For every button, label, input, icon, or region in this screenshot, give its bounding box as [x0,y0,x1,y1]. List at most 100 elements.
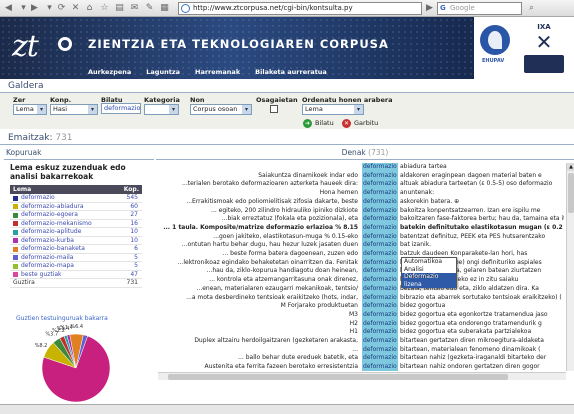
counts-row[interactable]: deformazio-egoera 27 [10,211,142,220]
stop-icon[interactable]: ✕ [70,3,81,14]
scroll-thumb[interactable] [568,173,574,213]
keyword[interactable]: deformazio [362,197,398,207]
keyword[interactable]: deformazio [362,250,398,259]
konp-select[interactable]: Hasi ▾ [50,104,98,115]
vertical-scrollbar[interactable]: ▲ [566,163,574,371]
left-context: Duplex altzairu herdoilgaitzaren (gezket… [194,337,358,344]
keyword[interactable]: deformazio [362,345,398,355]
bilatu-input[interactable]: deformazio [101,103,141,114]
left-context: ...Errakitismoak edo poliomielitisak zif… [186,197,358,205]
chart-title[interactable]: Guztien testuinguruak bakarra [16,315,108,322]
site-title: ZIENTZIA ETA TEKNOLOGIAREN CORPUSA [88,37,389,51]
ctx-item-deformazio[interactable]: Deformazio [402,273,456,281]
counts-row[interactable]: deformazio-aplitude 10 [10,228,142,237]
keyword[interactable]: deformazio [362,302,398,311]
ctx-item-automatikoa[interactable]: Automatikoa [402,258,456,266]
nav-aurkezpena[interactable]: Aurkezpena [88,68,131,76]
concordance-line: Austenita eta ferrita fazeen berotako er… [158,363,564,371]
bookmark-icon[interactable]: ☆ [99,3,110,14]
counts-row[interactable]: deformazio-kurba 10 [10,237,142,245]
back-dropdown-icon[interactable]: ▾ [18,3,29,14]
context-menu: Automatikoa Analisi bakarrekoa Deformazi… [401,257,457,288]
concordance-line: M Forjarako produktuetan deformazio bidez … [158,302,564,311]
keyword[interactable]: deformazio [362,328,398,337]
ehu-label: EHUPAV [482,58,505,64]
counts-title: Lema eskuz zuzenduak edo analisi bakarre… [10,163,126,181]
right-context: batekin definitutako elastikotasun mugan… [400,223,563,231]
kategoria-label: Kategoria [144,96,180,104]
ctx-item-analisi-bakarrekoa[interactable]: Analisi bakarrekoa [402,266,456,281]
reload-icon[interactable]: ⟳ [56,3,67,14]
search-go-icon[interactable]: ⌕ [526,3,537,14]
scroll-up-icon[interactable]: ▲ [567,163,574,171]
concordance-line: ...Errakitismoak edo poliomielitisak zif… [158,197,564,207]
counts-row[interactable]: deformazio-mapa 5 [10,262,142,271]
counts-row[interactable]: deformazio 545 [10,194,142,203]
upv-logo[interactable] [524,55,564,73]
hscroll-thumb[interactable] [168,374,508,380]
edit-icon[interactable]: ✎ [144,3,155,14]
counts-row-value: 16 [130,219,138,227]
nav-bilaketa-aurreratua[interactable]: Bilaketa aurreratua [255,68,327,76]
garbitu-button[interactable]: ✕ Garbitu [342,118,378,129]
keyword[interactable]: deformazio [362,189,398,198]
left-context: ... [352,345,358,353]
ehu-logo[interactable] [480,25,510,55]
keyword[interactable]: deformazio [362,180,398,190]
counts-row[interactable]: beste guztiak 47 [10,271,142,279]
ordena-select[interactable]: Lema ▾ [302,104,364,115]
keyword[interactable]: deformazio [362,319,398,329]
keyword[interactable]: deformazio [362,215,398,224]
keyword[interactable]: deformazio [362,293,398,303]
print-icon[interactable]: ▤ [114,3,125,14]
keyword[interactable]: deformazio [362,310,398,320]
mail-icon[interactable]: ✉ [129,3,140,14]
non-select[interactable]: Corpus osoan ▾ [190,104,252,115]
back-icon[interactable]: ◀ [3,3,14,14]
keyword[interactable]: deformazio [362,276,398,285]
keyword[interactable]: deformazio [362,267,398,277]
keyword[interactable]: deformazio [362,284,398,294]
keyword[interactable]: deformazio [362,223,398,233]
query-section-title: Galdera [0,79,574,93]
nav-harremanak[interactable]: Harremanak [195,68,240,76]
keyword[interactable]: deformazio [362,258,398,268]
horizontal-scrollbar[interactable] [158,372,566,380]
col-lema: Lema [13,186,32,193]
keyword[interactable]: deformazio [362,163,398,172]
url-input[interactable]: http://www.ztcorpusa.net/cgi-bin/kontsul… [178,2,422,15]
forward-icon[interactable]: ▶ [29,3,40,14]
ctx-item-lizena[interactable]: lizena [402,280,456,288]
keyword[interactable]: deformazio [362,232,398,242]
keyword[interactable]: deformazio [362,241,398,250]
right-context: aldakoren eraginpean dagoen material bat… [400,171,542,179]
keyword[interactable]: deformazio [362,171,398,181]
site-logo[interactable]: zt [12,29,72,64]
ixa-logo[interactable]: IXA ✕ [528,23,560,55]
counts-row[interactable]: deformazio-abiadura 60 [10,203,142,211]
forward-dropdown-icon[interactable]: ▾ [44,3,55,14]
counts-row[interactable]: deformazio-banaketa 6 [10,245,142,254]
go-icon[interactable]: ▶ [424,3,435,14]
search-placeholder: Google [450,4,475,12]
keyword[interactable]: deformazio [362,337,398,346]
keyword[interactable]: deformazio [362,206,398,216]
kategoria-select[interactable]: ▾ [144,104,179,115]
nav-laguntza[interactable]: Laguntza [146,68,180,76]
counts-row[interactable]: deformazio-mekanismo 16 [10,219,142,228]
bilatu-button[interactable]: ➜ Bilatu [303,118,334,129]
counts-row-value: 5 [134,253,138,261]
color-swatch [13,263,18,269]
osagaietan-checkbox[interactable] [270,105,278,113]
counts-row[interactable]: deformazio-maila 5 [10,253,142,262]
left-context: ... 1 taula. Komposite/matrize deformazi… [163,223,358,231]
zer-select[interactable]: Lema ▾ [13,104,47,115]
keyword[interactable]: deformazio [362,363,398,371]
search-input[interactable]: G Google [437,2,522,15]
keyword[interactable]: deformazio [362,354,398,364]
left-context: ...a mota desberdineko tentsioak eraikit… [186,293,358,301]
right-context: altuak abiadura tarteetan (ε 0.5-5) oso … [400,180,553,188]
history-icon[interactable]: ▦ [159,3,170,14]
counts-row-value: 731 [126,279,138,286]
home-icon[interactable]: ⌂ [84,3,95,14]
